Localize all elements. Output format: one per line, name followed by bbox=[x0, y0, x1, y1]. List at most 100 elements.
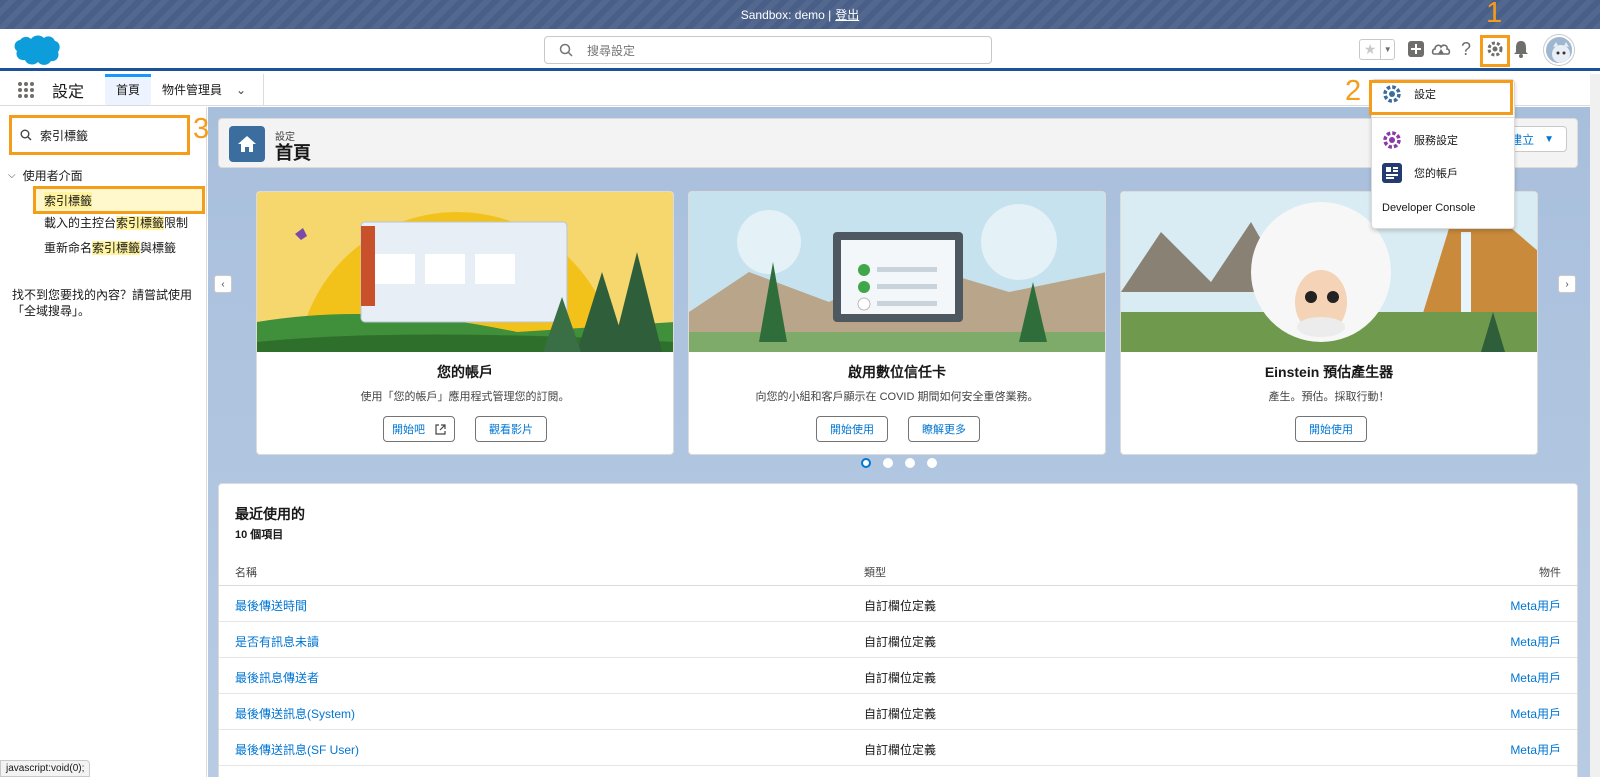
app-launcher-icon[interactable] bbox=[0, 74, 52, 105]
salesforce-logo[interactable] bbox=[11, 33, 61, 67]
menu-item-service-setup[interactable]: 服務設定 bbox=[1382, 130, 1458, 150]
recent-items-title: 最近使用的 bbox=[235, 506, 305, 522]
tab-home-label: 首頁 bbox=[116, 83, 141, 97]
tree-item-tabs[interactable]: 索引標籤 bbox=[33, 186, 205, 214]
tree-node-user-interface[interactable]: ⌵ 使用者介面 bbox=[8, 167, 83, 184]
row-name-link[interactable]: 最後傳送訊息(System) bbox=[235, 705, 355, 722]
card-digital-trust: 啟用數位信任卡 向您的小組和客戶顯示在 COVID 期間如何安全重啓業務。 開始… bbox=[688, 191, 1106, 455]
gear-highlight-box bbox=[1480, 35, 1510, 67]
row-name-link[interactable]: 最後傳送時間 bbox=[235, 597, 307, 614]
setup-dropdown-menu: 設定 服務設定 您的帳戶 Developer Console bbox=[1369, 79, 1515, 229]
tree-item-highlight: 索引標籤 bbox=[116, 216, 165, 230]
trailhead-icon[interactable] bbox=[1431, 39, 1451, 59]
carousel-dot-3[interactable] bbox=[905, 458, 915, 468]
chevron-down-icon[interactable]: ⌄ bbox=[236, 83, 246, 97]
row-object-link[interactable]: Meta用戶 bbox=[1510, 705, 1561, 722]
menu-item-label: Developer Console bbox=[1382, 202, 1476, 214]
browser-status-bar: javascript:void(0); bbox=[0, 760, 91, 777]
favorites-chevron-down-icon[interactable]: ▼ bbox=[1381, 40, 1394, 59]
row-type: 自訂欄位定義 bbox=[864, 671, 937, 685]
not-found-hint: 找不到您要找的內容？請嘗試使用「全域搜尋」。 bbox=[12, 288, 193, 318]
learn-more-button[interactable]: 瞭解更多 bbox=[908, 416, 980, 442]
get-started-button[interactable]: 開始吧 bbox=[383, 416, 455, 442]
carousel-dot-4[interactable] bbox=[927, 458, 937, 468]
help-icon[interactable]: ? bbox=[1456, 39, 1476, 59]
tab-object-manager[interactable]: 物件管理員 ⌄ bbox=[151, 74, 257, 105]
row-name-link[interactable]: 是否有訊息未讀 bbox=[235, 633, 319, 650]
chevron-down-icon: ▼ bbox=[1544, 133, 1554, 145]
favorites-button[interactable]: ★ ▼ bbox=[1359, 39, 1395, 60]
row-type: 自訂欄位定義 bbox=[864, 743, 937, 757]
app-name: 設定 bbox=[52, 83, 85, 101]
chevron-down-icon[interactable]: ⌵ bbox=[8, 170, 16, 181]
card-title: Einstein 預估產生器 bbox=[1264, 364, 1394, 380]
start-using-label: 開始使用 bbox=[1309, 424, 1353, 436]
external-link-icon bbox=[435, 423, 446, 435]
row-type: 自訂欄位定義 bbox=[864, 635, 937, 649]
menu-item-your-account[interactable]: 您的帳戶 bbox=[1382, 163, 1458, 183]
table-row: 最後傳送訊息(SF User) 自訂欄位定義 Meta用戶 bbox=[219, 730, 1577, 766]
step-number-2: 2 bbox=[1345, 75, 1362, 107]
search-icon bbox=[20, 129, 32, 141]
row-object-link[interactable]: Meta用戶 bbox=[1510, 633, 1561, 650]
your-account-icon bbox=[1382, 163, 1402, 183]
add-icon[interactable] bbox=[1406, 39, 1426, 59]
page-scrollbar[interactable] bbox=[1590, 74, 1600, 777]
row-type: 自訂欄位定義 bbox=[864, 599, 937, 613]
tab-object-manager-label: 物件管理員 bbox=[162, 83, 223, 97]
tree-item-post: 限制 bbox=[164, 216, 189, 230]
row-object-link[interactable]: Meta用戶 bbox=[1510, 741, 1561, 758]
row-object-link[interactable]: Meta用戶 bbox=[1510, 669, 1561, 686]
menu-item-developer-console[interactable]: Developer Console bbox=[1382, 202, 1476, 214]
learn-more-label: 瞭解更多 bbox=[922, 424, 966, 436]
menu-item-setup[interactable]: 設定 bbox=[1382, 84, 1436, 104]
user-avatar[interactable] bbox=[1544, 35, 1574, 65]
card-description: 產生。預估。採取行動！ bbox=[1268, 391, 1390, 403]
nav-divider bbox=[263, 74, 265, 105]
card-einstein-prediction: Einstein 預估產生器 產生。預估。採取行動！ 開始使用 bbox=[1120, 191, 1538, 455]
column-header-type[interactable]: 類型 bbox=[864, 564, 886, 580]
carousel-prev-button[interactable]: ‹ bbox=[214, 275, 232, 293]
tree-item-highlight: 索引標籤 bbox=[92, 241, 141, 255]
notification-bell-icon[interactable] bbox=[1511, 39, 1531, 59]
card-your-account: 您的帳戶 使用「您的帳戶」應用程式管理您的訂閱。 開始吧 觀看影片 bbox=[256, 191, 674, 455]
carousel-dot-2[interactable] bbox=[883, 458, 893, 468]
logout-link[interactable]: 登出 bbox=[835, 6, 859, 23]
setup-gear-icon bbox=[1382, 84, 1402, 104]
page-title: 首頁 bbox=[275, 143, 311, 163]
tab-home[interactable]: 首頁 bbox=[105, 74, 152, 105]
tree-item-pre: 重新命名 bbox=[44, 241, 93, 255]
service-setup-icon bbox=[1382, 130, 1402, 150]
quick-find-input[interactable]: 索引標籤 bbox=[9, 115, 190, 155]
setup-search-input[interactable]: 搜尋設定 bbox=[544, 36, 992, 64]
quick-find-value: 索引標籤 bbox=[40, 128, 89, 143]
column-header-name[interactable]: 名稱 bbox=[235, 564, 257, 580]
tree-item-highlight: 索引標籤 bbox=[44, 191, 93, 209]
setup-sidebar: 索引標籤 3 ⌵ 使用者介面 索引標籤 4 載入的主控台索引標籤限制 重新命名索… bbox=[0, 107, 226, 777]
card-description: 向您的小組和客戶顯示在 COVID 期間如何安全重啓業務。 bbox=[755, 391, 1039, 403]
tree-item-console-tab-limits[interactable]: 載入的主控台索引標籤限制 bbox=[44, 214, 188, 231]
tree-item-rename-tabs-labels[interactable]: 重新命名索引標籤與標籤 bbox=[44, 239, 176, 256]
carousel-next-button[interactable]: › bbox=[1558, 275, 1576, 293]
row-object-link[interactable]: Meta用戶 bbox=[1510, 597, 1561, 614]
step-number-1: 1 bbox=[1486, 0, 1503, 29]
favorites-star-icon[interactable]: ★ bbox=[1360, 40, 1382, 59]
watch-video-button[interactable]: 觀看影片 bbox=[475, 416, 547, 442]
recent-items-count: 10 個項目 bbox=[235, 529, 284, 541]
step-number-3: 3 bbox=[193, 113, 210, 145]
search-placeholder: 搜尋設定 bbox=[587, 43, 636, 58]
card-description: 使用「您的帳戶」應用程式管理您的訂閱。 bbox=[360, 391, 570, 403]
table-row: 最後傳送訊息(System) 自訂欄位定義 Meta用戶 bbox=[219, 694, 1577, 730]
row-type: 自訂欄位定義 bbox=[864, 707, 937, 721]
your-account-illustration bbox=[257, 192, 673, 352]
row-name-link[interactable]: 最後訊息傳送者 bbox=[235, 669, 319, 686]
carousel-indicators bbox=[208, 458, 1590, 468]
recent-items-panel: 最近使用的 10 個項目 名稱 類型 物件 最後傳送時間 自訂欄位定義 Meta… bbox=[218, 483, 1578, 777]
start-using-button[interactable]: 開始使用 bbox=[1295, 416, 1367, 442]
column-header-object[interactable]: 物件 bbox=[1539, 564, 1561, 580]
start-using-button[interactable]: 開始使用 bbox=[816, 416, 888, 442]
row-name-link[interactable]: 最後傳送訊息(SF User) bbox=[235, 741, 359, 758]
sandbox-label: Sandbox: demo | bbox=[740, 7, 832, 22]
menu-divider bbox=[1372, 117, 1514, 118]
carousel-dot-1[interactable] bbox=[861, 458, 871, 468]
